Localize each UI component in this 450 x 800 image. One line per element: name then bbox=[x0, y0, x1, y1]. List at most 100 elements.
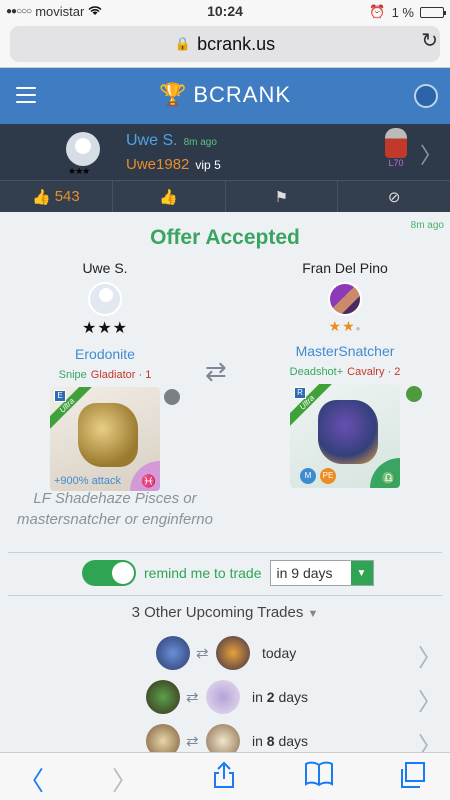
tier-badge: E bbox=[54, 390, 66, 402]
offer-right-side: Fran Del Pino ★★● MasterSnatcher Deadsho… bbox=[240, 260, 450, 488]
profile-username: Uwe1982 vip 5 bbox=[126, 156, 221, 173]
zodiac-libra-icon: ♎ bbox=[370, 458, 400, 488]
trader-stars: ★★★ bbox=[81, 320, 129, 337]
trade-when-suffix: days bbox=[274, 689, 309, 705]
character-avatar-icon bbox=[385, 128, 407, 158]
monster-thumb-icon bbox=[216, 636, 250, 670]
block-button[interactable]: ⊘ bbox=[338, 181, 450, 212]
divider bbox=[8, 595, 442, 596]
monster-skill: Deadshot+ bbox=[289, 366, 344, 378]
url-text: bcrank.us bbox=[197, 33, 276, 54]
reminder-select[interactable]: in 9 days ▼ bbox=[269, 560, 374, 586]
ios-status-bar: ●●○○○ movistar 10:24 ⏰ 1 % bbox=[0, 0, 450, 22]
monster-card[interactable]: Ultra E +900% attack ♓ bbox=[50, 387, 160, 491]
address-bar[interactable]: 🔒 bcrank.us bbox=[10, 26, 440, 62]
trade-when: today bbox=[262, 645, 297, 661]
level-label: L70 bbox=[388, 158, 404, 168]
monster-boost: +900% attack bbox=[54, 475, 121, 487]
monster-name[interactable]: Erodonite bbox=[0, 346, 210, 362]
empty-star-icon: ● bbox=[355, 324, 362, 333]
reload-icon[interactable]: ↻ bbox=[421, 28, 438, 53]
forward-icon[interactable]: 〉 bbox=[112, 761, 138, 798]
trader-avatar[interactable] bbox=[328, 282, 362, 316]
back-icon[interactable]: 〈 bbox=[18, 761, 44, 798]
trader-name[interactable]: Fran Del Pino bbox=[240, 260, 450, 276]
user-stars: ★★★ bbox=[68, 166, 90, 176]
dropdown-arrow-icon: ▼ bbox=[350, 561, 373, 585]
monster-class: Cavalry · 2 bbox=[347, 366, 401, 378]
username-text: Uwe1982 bbox=[126, 156, 190, 173]
avatar[interactable] bbox=[66, 132, 100, 166]
battery-icon bbox=[420, 6, 446, 18]
tabs-icon[interactable] bbox=[398, 761, 426, 796]
trade-when: in 2 days bbox=[252, 689, 308, 705]
trade-when-prefix: in bbox=[252, 733, 267, 749]
badge-m: M bbox=[300, 468, 316, 484]
thumbs-up-icon: 👍 bbox=[32, 188, 51, 206]
user-profile-strip[interactable]: ★★★ Uwe S. 8m ago Uwe1982 vip 5 L70 〉 bbox=[0, 124, 450, 180]
upcoming-trades-title[interactable]: 3 Other Upcoming Trades ▼ bbox=[0, 604, 450, 621]
vip-badge: vip 5 bbox=[195, 158, 221, 172]
offer-status: Offer Accepted bbox=[150, 226, 300, 249]
monster-thumb-icon bbox=[156, 636, 190, 670]
block-icon: ⊘ bbox=[387, 188, 401, 206]
trader-stars-value: ★★ bbox=[328, 318, 356, 334]
trade-when: in 8 days bbox=[252, 733, 308, 749]
triangle-down-icon: ▼ bbox=[307, 608, 319, 620]
reminder-select-value: in 9 days bbox=[276, 565, 333, 581]
reminder-toggle[interactable] bbox=[82, 560, 136, 586]
share-icon[interactable] bbox=[212, 761, 236, 796]
swap-arrows-icon: ⇄ bbox=[196, 645, 209, 662]
profile-name-text: Uwe S. bbox=[126, 132, 178, 149]
chevron-right-icon[interactable]: 〉 bbox=[420, 138, 442, 170]
monster-thumb-icon bbox=[206, 680, 240, 714]
divider bbox=[8, 552, 442, 553]
offer-note: LF Shadehaze Pisces or mastersnatcher or… bbox=[17, 490, 213, 528]
like-count: 543 bbox=[54, 188, 80, 205]
upcoming-trade-row[interactable]: ⇄ today 〉 bbox=[0, 632, 450, 676]
monster-badges: M PE bbox=[300, 468, 336, 484]
alarm-icon: ⏰ bbox=[369, 4, 386, 19]
monster-image bbox=[78, 403, 138, 467]
brand-name: BCRANK bbox=[193, 82, 292, 107]
element-rock-icon bbox=[164, 389, 180, 405]
reminder-row: remind me to trade in 9 days ▼ bbox=[82, 560, 374, 586]
trade-when-days: 2 bbox=[266, 689, 275, 705]
brand-logo[interactable]: 🏆 BCRANK bbox=[0, 82, 450, 108]
monster-card-wrapper: Ultra E +900% attack ♓ bbox=[50, 387, 180, 491]
like-count-button[interactable]: 👍 543 bbox=[0, 181, 113, 212]
profile-actions: 👍 543 👍 ⚑ ⊘ bbox=[0, 180, 450, 212]
chevron-right-icon: 〉 bbox=[418, 645, 442, 672]
bookmarks-icon[interactable] bbox=[304, 761, 334, 794]
app-header: 🏆 BCRANK bbox=[0, 68, 450, 124]
monster-tags: Deadshot+ Cavalry · 2 bbox=[240, 366, 450, 378]
battery-percent: 1 % bbox=[391, 4, 414, 20]
trader-name[interactable]: Uwe S. bbox=[0, 260, 210, 276]
browser-toolbar: 〈 〉 bbox=[0, 752, 450, 800]
profile-name[interactable]: Uwe S. 8m ago bbox=[126, 132, 217, 150]
trader-stars: ★★● bbox=[240, 318, 450, 335]
like-button[interactable]: 👍 bbox=[113, 181, 226, 212]
trade-when-prefix: in bbox=[252, 689, 267, 705]
report-button[interactable]: ⚑ bbox=[226, 181, 339, 212]
reminder-label: remind me to trade bbox=[144, 565, 262, 581]
monster-name[interactable]: MasterSnatcher bbox=[240, 343, 450, 359]
monster-thumb-icon bbox=[146, 680, 180, 714]
offer-left-side: Uwe S. ★★★ Erodonite Snipe Gladiator · 1 … bbox=[0, 260, 210, 491]
zodiac-pisces-icon: ♓ bbox=[130, 461, 160, 491]
element-leaf-icon bbox=[406, 386, 422, 402]
trader-avatar[interactable] bbox=[88, 282, 122, 316]
chevron-right-icon: 〉 bbox=[418, 689, 442, 716]
flag-icon: ⚑ bbox=[274, 188, 289, 206]
browser-address-area: 🔒 bcrank.us ↻ bbox=[0, 22, 450, 68]
globe-icon[interactable] bbox=[414, 84, 438, 108]
swap-arrows-icon: ⇄ bbox=[186, 733, 199, 750]
thumbs-up-icon: 👍 bbox=[159, 188, 178, 206]
swap-arrows-icon: ⇄ bbox=[186, 689, 199, 706]
tier-badge: R bbox=[294, 387, 306, 399]
upcoming-trade-row[interactable]: ⇄ in 2 days 〉 bbox=[0, 676, 450, 720]
monster-image bbox=[318, 400, 378, 464]
trade-when-suffix: days bbox=[274, 733, 309, 749]
badge-pe: PE bbox=[320, 468, 336, 484]
monster-class: Gladiator · 1 bbox=[90, 369, 152, 381]
